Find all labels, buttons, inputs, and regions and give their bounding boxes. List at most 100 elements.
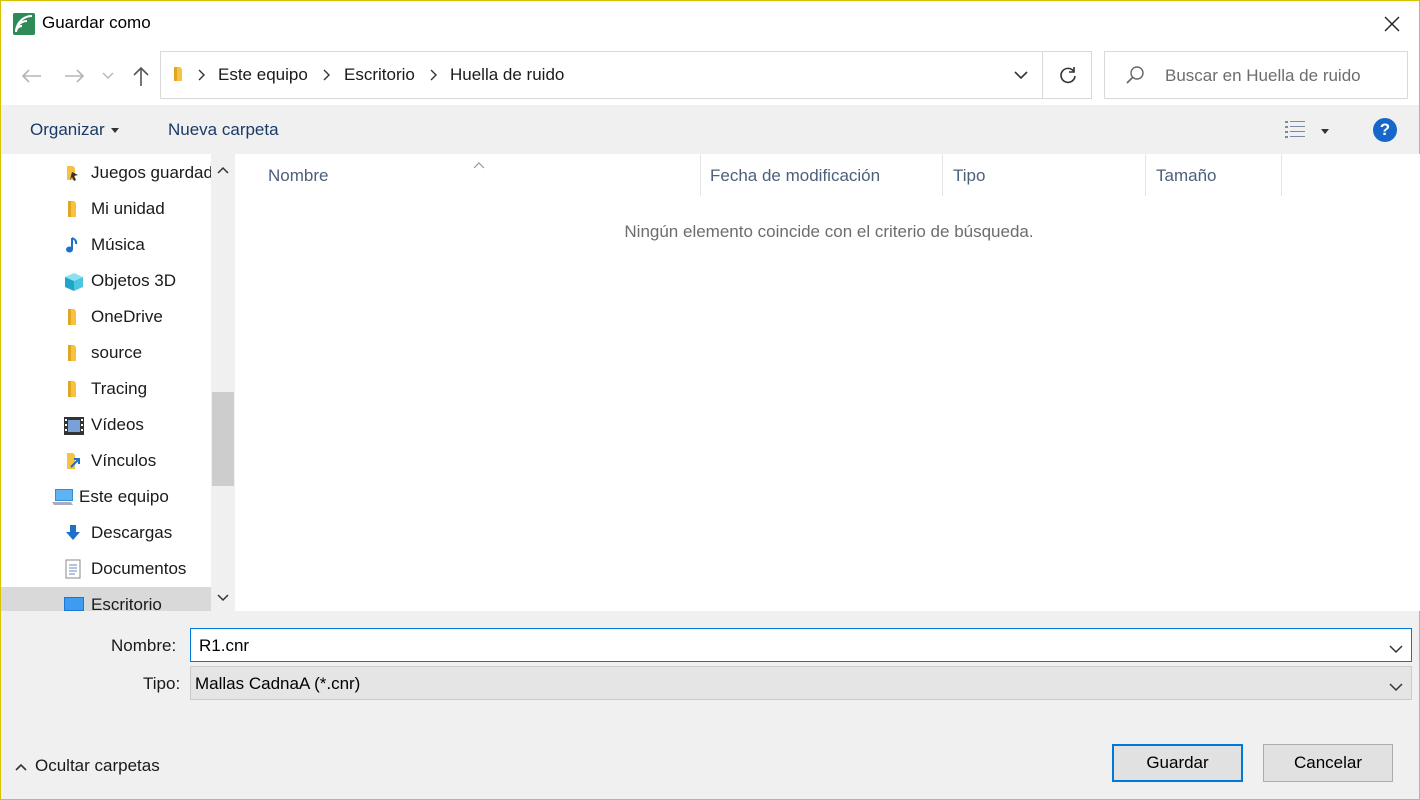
organize-label: Organizar bbox=[30, 120, 105, 139]
address-bar[interactable]: Este equipo Escritorio Huella de ruido bbox=[160, 51, 1092, 99]
navigation-pane: Juegos guardados Mi unidad Música Objetos 3… bbox=[1, 154, 237, 611]
dialog-title: Guardar como bbox=[42, 13, 151, 32]
this-pc-icon bbox=[51, 487, 73, 507]
sidebar-item-label: Objetos 3D bbox=[91, 271, 177, 290]
refresh-icon bbox=[1059, 67, 1076, 84]
breadcrumb-separator-icon bbox=[195, 65, 209, 85]
breadcrumb-huella-de-ruido[interactable]: Huella de ruido bbox=[450, 65, 564, 85]
empty-results-message: Ningún elemento coincide con el criterio… bbox=[624, 222, 1034, 241]
cancel-button[interactable]: Cancelar bbox=[1263, 744, 1393, 782]
chevron-up-icon bbox=[217, 166, 229, 174]
desktop-icon bbox=[63, 595, 84, 611]
sidebar-item-label: Juegos guardados bbox=[91, 163, 231, 182]
caret-down-icon bbox=[110, 128, 119, 134]
arrow-up-icon bbox=[133, 66, 149, 86]
sidebar-item-tracing[interactable]: Tracing bbox=[1, 371, 211, 407]
sidebar-item-música[interactable]: Música bbox=[1, 227, 211, 263]
links-icon bbox=[63, 451, 83, 471]
sidebar-item-juegos-guardados[interactable]: Juegos guardados bbox=[1, 155, 231, 191]
sidebar-item-documentos[interactable]: Documentos bbox=[1, 551, 211, 587]
column-label: Fecha de modificación bbox=[710, 166, 881, 185]
up-button[interactable] bbox=[128, 63, 154, 89]
file-name-field[interactable]: R1.cnr bbox=[190, 628, 1412, 662]
scroll-up-button[interactable] bbox=[211, 158, 235, 182]
folder-icon bbox=[63, 343, 83, 363]
recent-locations-button[interactable] bbox=[98, 63, 118, 89]
column-label: Tamaño bbox=[1156, 166, 1217, 185]
column-header-size[interactable]: Tamaño bbox=[1146, 154, 1282, 196]
documents-icon bbox=[63, 559, 83, 579]
arrow-right-icon bbox=[65, 69, 85, 83]
back-button[interactable] bbox=[18, 63, 44, 89]
sidebar-item-label: source bbox=[91, 343, 143, 362]
sidebar-item-source[interactable]: source bbox=[1, 335, 211, 371]
videos-icon bbox=[63, 415, 84, 435]
sidebar-item-escritorio[interactable]: Escritorio bbox=[1, 587, 211, 611]
sidebar-item-label: OneDrive bbox=[91, 307, 163, 326]
address-history-dropdown[interactable] bbox=[1001, 52, 1041, 98]
scrollbar-thumb[interactable] bbox=[212, 392, 234, 486]
details-view-icon bbox=[1285, 121, 1305, 138]
hide-folders-label: Ocultar carpetas bbox=[35, 756, 160, 775]
chevron-down-icon[interactable] bbox=[1389, 639, 1403, 659]
saved-games-icon bbox=[63, 163, 83, 183]
sidebar-item-label: Este equipo bbox=[79, 487, 169, 506]
close-button[interactable] bbox=[1365, 1, 1419, 47]
folder-icon bbox=[169, 64, 189, 89]
file-list: Nombre Fecha de modificación Tipo Tamaño… bbox=[237, 154, 1420, 611]
column-label: Tipo bbox=[953, 166, 986, 185]
file-type-value: Mallas CadnaA (*.cnr) bbox=[195, 674, 361, 693]
music-icon bbox=[63, 235, 83, 255]
objects-3d-icon bbox=[63, 271, 83, 291]
forward-button[interactable] bbox=[62, 63, 88, 89]
column-header-type[interactable]: Tipo bbox=[943, 154, 1146, 196]
sidebar-item-label: Vínculos bbox=[91, 451, 157, 470]
sidebar-item-label: Descargas bbox=[91, 523, 173, 542]
sidebar-item-onedrive[interactable]: OneDrive bbox=[1, 299, 211, 335]
view-options-dropdown[interactable] bbox=[1321, 129, 1329, 134]
help-button[interactable]: ? bbox=[1373, 118, 1397, 142]
sidebar-item-label: Música bbox=[91, 235, 145, 254]
nav-scrollbar[interactable] bbox=[211, 154, 235, 611]
save-button[interactable]: Guardar bbox=[1112, 744, 1243, 782]
sidebar-item-vínculos[interactable]: Vínculos bbox=[1, 443, 211, 479]
sidebar-item-label: Tracing bbox=[91, 379, 148, 398]
search-icon bbox=[1125, 65, 1145, 90]
search-input[interactable]: Buscar en Huella de ruido bbox=[1104, 51, 1408, 99]
change-view-button[interactable] bbox=[1284, 119, 1306, 144]
organize-menu-button[interactable]: Organizar bbox=[30, 120, 119, 140]
column-header-name[interactable]: Nombre bbox=[237, 154, 701, 196]
chevron-down-icon bbox=[217, 594, 229, 602]
column-label: Nombre bbox=[268, 166, 329, 185]
hide-folders-button[interactable]: Ocultar carpetas bbox=[15, 756, 160, 776]
scroll-down-button[interactable] bbox=[211, 586, 235, 610]
chevron-down-icon bbox=[102, 72, 114, 79]
sidebar-item-vídeos[interactable]: Vídeos bbox=[1, 407, 211, 443]
command-bar: Organizar Nueva carpeta ? bbox=[1, 105, 1419, 154]
sidebar-item-label: Documentos bbox=[91, 559, 187, 578]
breadcrumb-escritorio[interactable]: Escritorio bbox=[344, 65, 415, 85]
chevron-down-icon bbox=[1389, 677, 1403, 697]
breadcrumb-este-equipo[interactable]: Este equipo bbox=[218, 65, 308, 85]
search-placeholder: Buscar en Huella de ruido bbox=[1165, 66, 1361, 85]
sidebar-item-mi-unidad[interactable]: Mi unidad bbox=[1, 191, 211, 227]
sidebar-item-este-equipo[interactable]: Este equipo bbox=[1, 479, 211, 515]
refresh-button[interactable] bbox=[1042, 52, 1092, 98]
arrow-left-icon bbox=[21, 69, 41, 83]
save-as-dialog: Guardar como Este equipo Escritorio Huel… bbox=[0, 0, 1420, 800]
sidebar-item-label: Vídeos bbox=[91, 415, 144, 434]
chevron-up-icon bbox=[15, 763, 27, 771]
close-icon bbox=[1384, 16, 1400, 32]
sidebar-item-objetos-3d[interactable]: Objetos 3D bbox=[1, 263, 211, 299]
file-name-value: R1.cnr bbox=[199, 636, 250, 655]
breadcrumb-separator-icon bbox=[320, 65, 334, 85]
new-folder-button[interactable]: Nueva carpeta bbox=[168, 120, 279, 140]
column-header-date-modified[interactable]: Fecha de modificación bbox=[701, 154, 943, 196]
sidebar-item-descargas[interactable]: Descargas bbox=[1, 515, 211, 551]
breadcrumb-separator-icon bbox=[427, 65, 441, 85]
file-type-label: Tipo: bbox=[143, 674, 181, 693]
navigation-bar: Este equipo Escritorio Huella de ruido B… bbox=[1, 47, 1419, 105]
file-type-select[interactable]: Mallas CadnaA (*.cnr) bbox=[190, 666, 1412, 700]
sidebar-item-label: Escritorio bbox=[91, 595, 162, 611]
downloads-icon bbox=[63, 523, 83, 543]
